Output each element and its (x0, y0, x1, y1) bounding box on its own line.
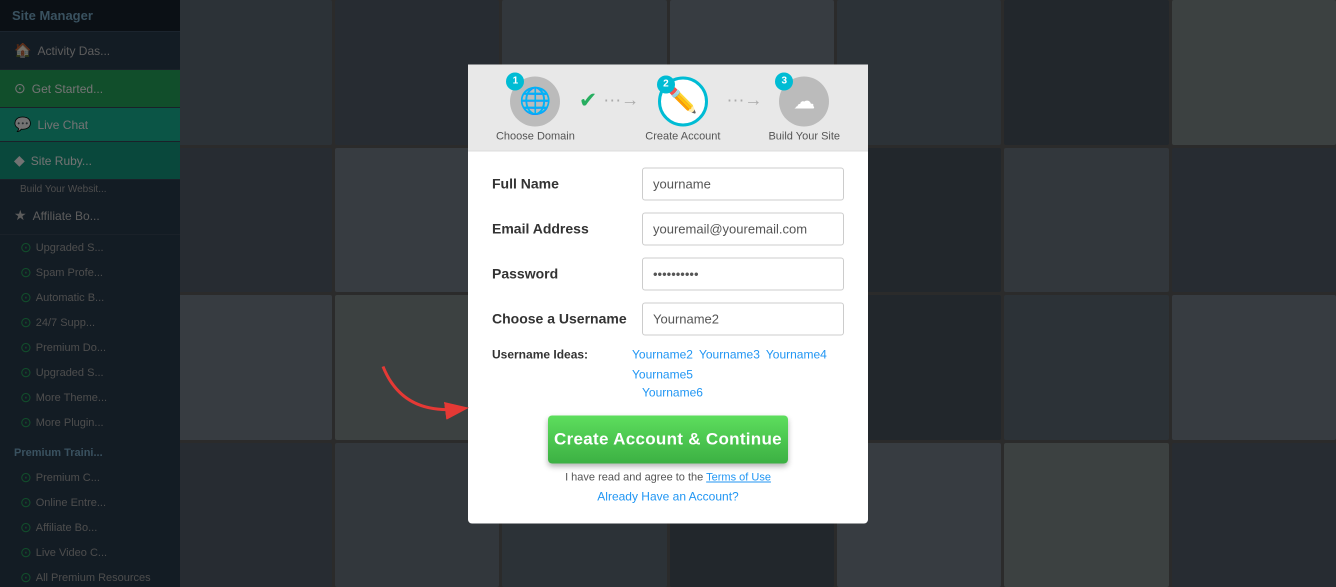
already-have-account: Already Have an Account? (492, 489, 844, 503)
create-account-button[interactable]: Create Account & Continue (548, 415, 788, 463)
idea-yourname4[interactable]: Yourname4 (766, 347, 827, 361)
step3-icon: ☁ 3 (779, 76, 829, 126)
form-body: Full Name Email Address Password Choose … (468, 151, 868, 523)
terms-prefix: I have read and agree to the (565, 471, 703, 483)
terms-text: I have read and agree to the Terms of Us… (492, 471, 844, 483)
terms-link[interactable]: Terms of Use (706, 471, 771, 483)
username-input[interactable] (642, 302, 844, 335)
password-row: Password (492, 257, 844, 290)
username-ideas-row: Username Ideas: Yourname2 Yourname3 Your… (492, 347, 844, 381)
idea-yourname2[interactable]: Yourname2 (632, 347, 693, 361)
email-input[interactable] (642, 212, 844, 245)
cloud-icon: ☁ (793, 88, 815, 114)
step-build-site: ☁ 3 Build Your Site (768, 76, 840, 142)
username-row: Choose a Username (492, 302, 844, 335)
connector2: ···→ (720, 90, 768, 111)
username-ideas-label: Username Ideas: (492, 347, 632, 361)
full-name-label: Full Name (492, 176, 632, 192)
step3-number: 3 (775, 72, 793, 90)
progress-steps: 🌐 1 Choose Domain ✔ ···→ ✏️ 2 Create Acc… (468, 64, 868, 151)
step2-icon: ✏️ 2 (658, 76, 708, 126)
password-input[interactable] (642, 257, 844, 290)
globe-icon: 🌐 (519, 86, 551, 117)
idea-yourname3[interactable]: Yourname3 (699, 347, 760, 361)
idea-yourname6[interactable]: Yourname6 (642, 385, 703, 399)
pencil-icon: ✏️ (668, 87, 698, 116)
username-label: Choose a Username (492, 311, 632, 327)
full-name-input[interactable] (642, 167, 844, 200)
step-choose-domain: 🌐 1 Choose Domain (496, 76, 575, 142)
step2-number: 2 (657, 75, 675, 93)
step1-icon: 🌐 1 (510, 76, 560, 126)
create-account-modal: 🌐 1 Choose Domain ✔ ···→ ✏️ 2 Create Acc… (468, 64, 868, 523)
step3-label: Build Your Site (768, 130, 840, 142)
step-create-account: ✏️ 2 Create Account (645, 76, 720, 142)
connector1: ···→ (597, 90, 645, 111)
email-row: Email Address (492, 212, 844, 245)
idea-yourname5[interactable]: Yourname5 (632, 367, 693, 381)
step1-label: Choose Domain (496, 130, 575, 142)
username-ideas-row2: Yourname6 (642, 383, 844, 401)
email-label: Email Address (492, 221, 632, 237)
full-name-row: Full Name (492, 167, 844, 200)
username-ideas-list: Yourname2 Yourname3 Yourname4 Yourname5 (632, 347, 844, 381)
checkmark-icon: ✔ (579, 87, 597, 113)
already-link[interactable]: Already Have an Account? (597, 489, 738, 503)
password-label: Password (492, 266, 632, 282)
step2-label: Create Account (645, 130, 720, 142)
